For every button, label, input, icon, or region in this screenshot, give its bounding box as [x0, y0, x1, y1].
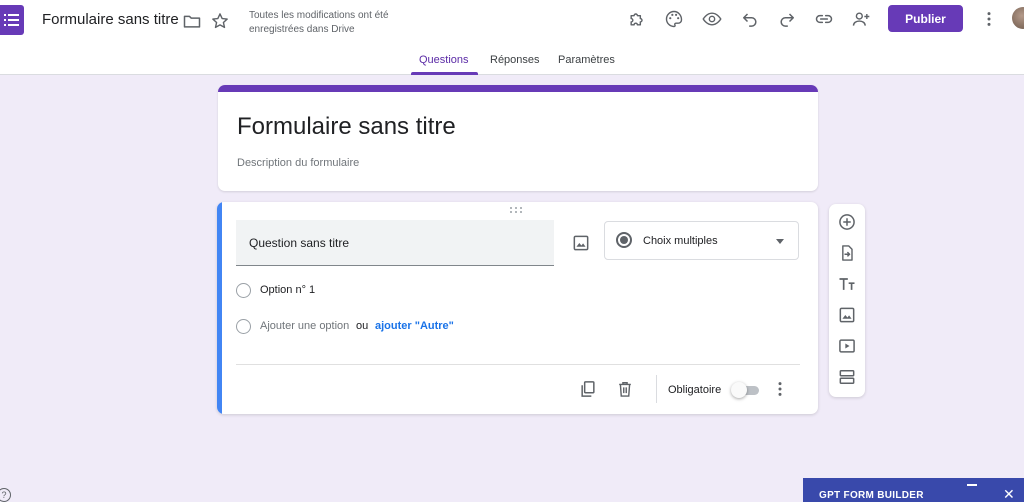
form-title-input[interactable]: Formulaire sans titre: [237, 113, 456, 141]
required-toggle[interactable]: [731, 382, 761, 398]
drag-handle-icon[interactable]: [510, 207, 524, 215]
help-icon[interactable]: ?: [0, 488, 11, 502]
add-title-text-icon[interactable]: [835, 272, 859, 296]
footer-vertical-divider: [656, 375, 657, 403]
star-icon[interactable]: [208, 9, 232, 33]
minimize-icon[interactable]: [967, 484, 977, 486]
footer-divider: [236, 364, 800, 365]
more-vert-icon[interactable]: [977, 7, 1001, 31]
document-title[interactable]: Formulaire sans titre: [42, 11, 179, 28]
tab-responses[interactable]: Réponses: [490, 54, 540, 66]
add-image-icon[interactable]: [569, 231, 593, 255]
add-option-input[interactable]: Ajouter une option: [260, 320, 349, 332]
question-title-text: Question sans titre: [249, 236, 350, 250]
required-label: Obligatoire: [668, 384, 722, 396]
delete-icon[interactable]: [613, 377, 637, 401]
add-option-radio: [236, 319, 251, 334]
active-tab-indicator: [411, 72, 478, 75]
tab-questions[interactable]: Questions: [419, 54, 469, 66]
side-toolbar: [829, 204, 865, 397]
question-type-label: Choix multiples: [643, 235, 718, 247]
accent-stripe: [218, 85, 818, 92]
chevron-down-icon: [776, 239, 784, 244]
add-image-icon[interactable]: [835, 303, 859, 327]
form-header-card: Formulaire sans titre Description du for…: [218, 85, 818, 191]
add-question-icon[interactable]: [835, 210, 859, 234]
gpt-form-builder-panel[interactable]: GPT FORM BUILDER ✕: [803, 478, 1024, 502]
redo-icon[interactable]: [775, 7, 799, 31]
duplicate-icon[interactable]: [576, 377, 600, 401]
or-text: ou: [356, 320, 369, 332]
import-questions-icon[interactable]: [835, 241, 859, 265]
form-description-input[interactable]: Description du formulaire: [237, 157, 359, 169]
option-radio: [236, 283, 251, 298]
add-collaborator-icon[interactable]: [849, 7, 873, 31]
publish-button[interactable]: Publier: [888, 5, 963, 32]
option-1-input[interactable]: Option n° 1: [260, 284, 315, 296]
add-section-icon[interactable]: [835, 365, 859, 389]
add-video-icon[interactable]: [835, 334, 859, 358]
folder-icon[interactable]: [180, 9, 204, 33]
undo-icon[interactable]: [738, 7, 762, 31]
question-more-icon[interactable]: [768, 377, 792, 401]
addon-puzzle-icon[interactable]: [625, 7, 649, 31]
tab-bar: Questions Réponses Paramètres: [0, 46, 1024, 75]
toggle-thumb: [731, 382, 747, 398]
palette-icon[interactable]: [662, 7, 686, 31]
top-bar: Formulaire sans titre Toutes les modific…: [0, 0, 1024, 46]
question-type-dropdown[interactable]: Choix multiples: [604, 221, 799, 260]
preview-eye-icon[interactable]: [700, 7, 724, 31]
radio-button-icon: [616, 232, 632, 248]
save-status: Toutes les modifications ont été enregis…: [249, 10, 389, 35]
gpt-panel-title: GPT FORM BUILDER: [819, 490, 924, 501]
active-card-indicator: [217, 202, 222, 414]
close-icon[interactable]: ✕: [1003, 487, 1015, 501]
add-other-link[interactable]: ajouter "Autre": [375, 320, 454, 332]
question-title-input[interactable]: Question sans titre: [236, 220, 554, 266]
forms-app-icon[interactable]: [0, 5, 24, 35]
tab-settings[interactable]: Paramètres: [558, 54, 615, 66]
question-card[interactable]: Question sans titre Choix multiples Opti…: [217, 202, 818, 414]
link-icon[interactable]: [812, 7, 836, 31]
avatar[interactable]: [1012, 7, 1024, 29]
